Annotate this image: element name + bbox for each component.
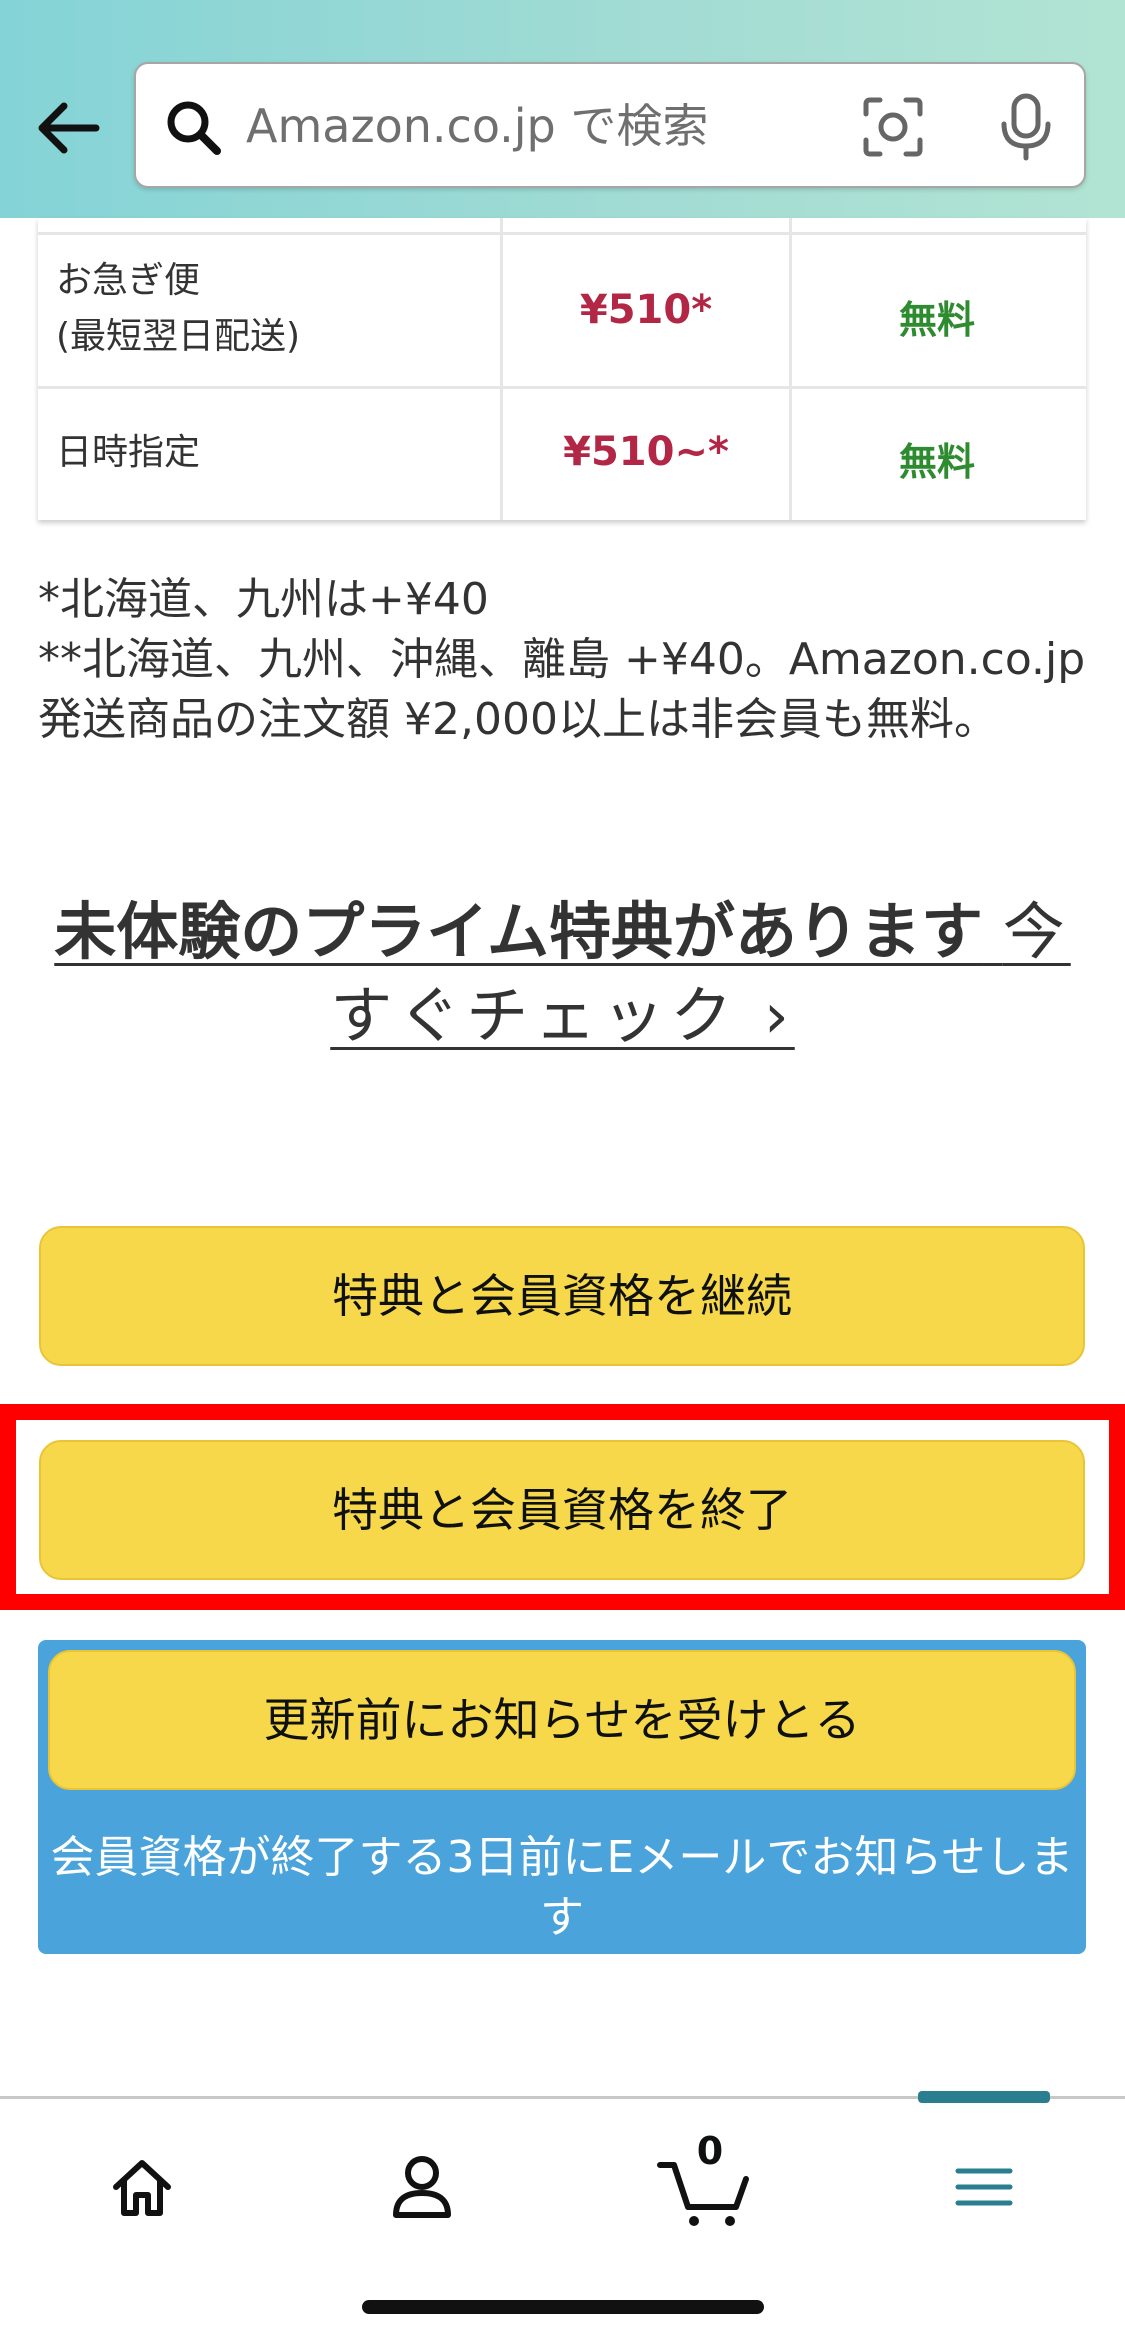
menu-icon (955, 2168, 1013, 2206)
search-box[interactable] (134, 62, 1086, 188)
promo-bold-text: 未体験のプライム特典があります (54, 895, 984, 968)
back-arrow-icon (38, 102, 100, 154)
table-row: お急ぎ便 (最短翌日配送) ¥510* 無料 (38, 235, 1086, 385)
nav-account[interactable] (352, 2135, 492, 2235)
home-indicator (362, 2300, 764, 2314)
cart-count-badge: 0 (696, 2129, 724, 2173)
nav-cart[interactable]: 0 (638, 2129, 778, 2235)
label-line: (最短翌日配送) (56, 316, 301, 357)
notify-before-renewal-button[interactable]: 更新前にお知らせを受けとる (48, 1650, 1076, 1790)
notify-info-text: 会員資格が終了する3日前にEメールでお知らせします (50, 1832, 1074, 1943)
nav-menu[interactable] (914, 2135, 1054, 2235)
search-icon (167, 101, 221, 155)
label-line: お急ぎ便 (56, 260, 201, 301)
price-nonmember: ¥510* (579, 287, 713, 333)
end-membership-button[interactable]: 特典と会員資格を終了 (39, 1440, 1085, 1580)
price-member: 無料 (898, 298, 975, 342)
note-line: *北海道、九州は+¥40 (38, 574, 489, 625)
camera-icon[interactable] (862, 96, 924, 158)
back-button[interactable] (30, 90, 110, 170)
nav-active-indicator (918, 2091, 1050, 2103)
mic-icon[interactable] (994, 92, 1058, 162)
shipping-table: お急ぎ便 (最短翌日配送) ¥510* 無料 日時指定 ¥510~* 無料 (38, 218, 1086, 520)
table-row: 日時指定 ¥510~* 無料 (38, 389, 1086, 520)
continue-membership-button[interactable]: 特典と会員資格を継続 (39, 1226, 1085, 1366)
price-member: 無料 (898, 440, 975, 484)
account-icon (393, 2156, 451, 2218)
shipping-method-label: 日時指定 (56, 432, 201, 473)
prime-benefits-promo: 未体験のプライム特典があります 今すぐチェック › (40, 890, 1085, 1058)
check-benefits-link[interactable]: 未体験のプライム特典があります 今すぐチェック › (54, 895, 1071, 1052)
price-nonmember: ¥510~* (563, 429, 729, 475)
header-bar (0, 0, 1125, 218)
nav-home[interactable] (72, 2135, 212, 2235)
shipping-method-label: お急ぎ便 (最短翌日配送) (56, 253, 300, 365)
home-icon (113, 2160, 171, 2216)
search-input[interactable] (246, 94, 846, 158)
shipping-notes: *北海道、九州は+¥40 **北海道、九州、沖縄、離島 +¥40。Amazon.… (38, 570, 1088, 750)
note-line: **北海道、九州、沖縄、離島 +¥40。Amazon.co.jp発送商品の注文額… (38, 634, 1086, 745)
notify-panel: 更新前にお知らせを受けとる 会員資格が終了する3日前にEメールでお知らせします (38, 1640, 1086, 1954)
